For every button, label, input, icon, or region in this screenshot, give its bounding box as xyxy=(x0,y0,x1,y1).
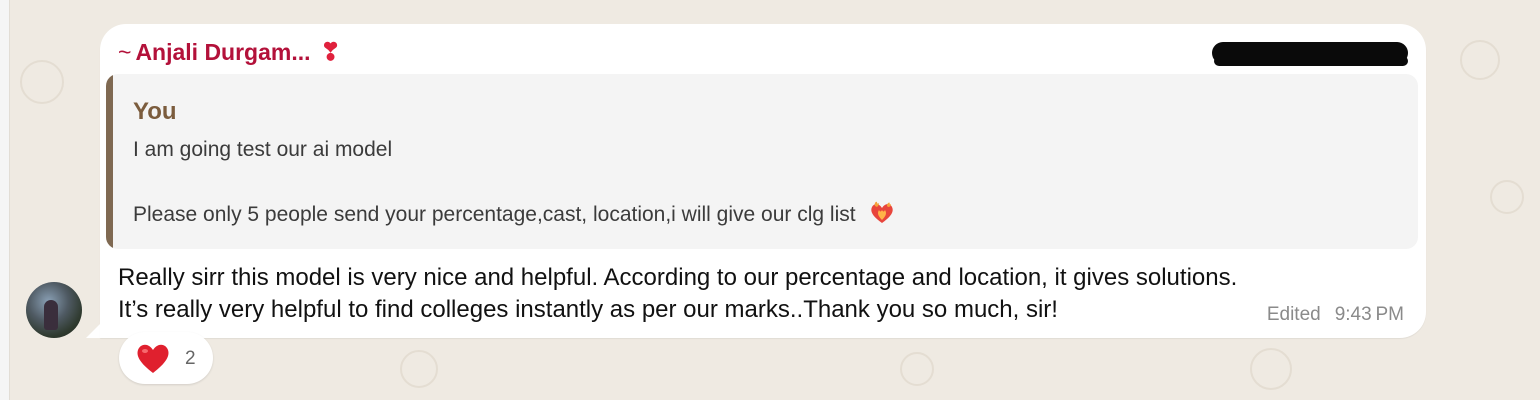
edited-label: Edited xyxy=(1266,304,1321,325)
quote-text-line-1: I am going test our ai model xyxy=(133,138,393,161)
wallpaper-doodle xyxy=(1490,180,1524,214)
message-meta: Edited 9:43 PM xyxy=(1267,304,1404,326)
quote-text-line-2: Please only 5 people send your percentag… xyxy=(133,203,856,226)
reaction-pill[interactable]: 2 xyxy=(119,332,213,384)
quoted-message[interactable]: You I am going test our ai model Please … xyxy=(106,74,1418,249)
left-panel-edge xyxy=(0,0,10,400)
quote-accent-bar xyxy=(106,74,113,249)
redacted-phone-number-stroke xyxy=(1214,56,1408,66)
heart-exclamation-icon: ❣ xyxy=(320,39,341,66)
message-text-line-1: Really sirr this model is very nice and … xyxy=(118,264,1238,291)
quote-author: You xyxy=(133,98,177,125)
wallpaper-doodle xyxy=(1250,348,1292,390)
message-bubble[interactable]: ~ Anjali Durgam... ❣ You I am going test o… xyxy=(100,24,1426,338)
message-time: 9:43 PM xyxy=(1334,304,1404,325)
avatar-figure xyxy=(44,300,58,330)
sender-name[interactable]: ~ Anjali Durgam... ❣ xyxy=(118,38,341,67)
wallpaper-doodle xyxy=(20,60,64,104)
red-heart-icon xyxy=(135,341,171,375)
wallpaper-doodle xyxy=(400,350,438,388)
wallpaper-doodle xyxy=(1460,40,1500,80)
sender-avatar[interactable] xyxy=(26,282,82,338)
wallpaper-doodle xyxy=(900,352,934,386)
reaction-count: 2 xyxy=(185,348,196,369)
message-text-line-2: It’s really very helpful to find college… xyxy=(118,296,1058,323)
quote-text-line-2-row: Please only 5 people send your percentag… xyxy=(133,201,895,227)
sender-name-text: Anjali Durgam... xyxy=(135,39,311,65)
bubble-tail xyxy=(86,324,100,338)
heart-on-fire-icon xyxy=(869,201,895,225)
sender-tilde: ~ xyxy=(118,39,132,65)
